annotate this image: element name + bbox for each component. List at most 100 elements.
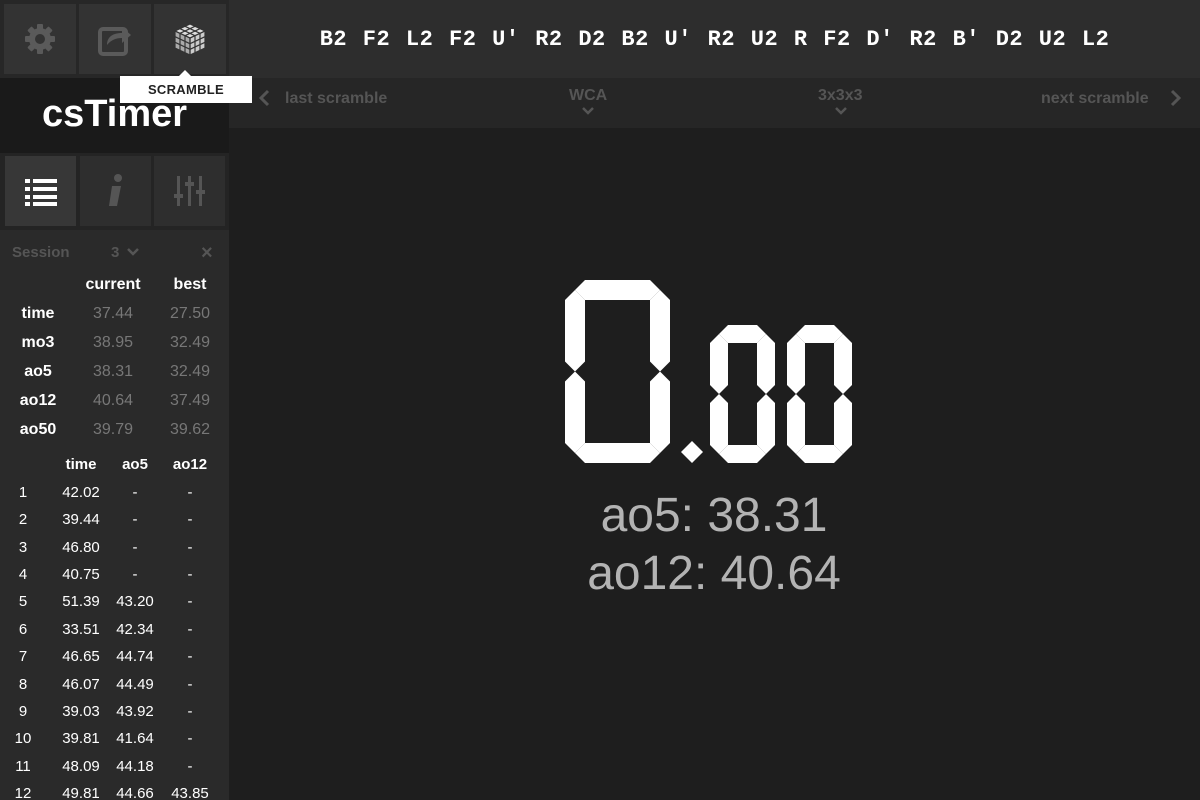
history-ao5[interactable]: 44.66 <box>110 785 160 800</box>
timer-segment <box>787 394 805 454</box>
history-time[interactable]: 42.02 <box>56 484 106 501</box>
stat-current[interactable]: 37.44 <box>78 305 148 323</box>
history-ao5[interactable]: - <box>110 484 160 501</box>
history-ao12[interactable]: - <box>165 758 215 775</box>
history-header-time: time <box>65 456 97 473</box>
close-icon[interactable]: × <box>201 243 213 263</box>
stat-label: time <box>21 305 55 322</box>
history-ao5[interactable]: 44.18 <box>110 758 160 775</box>
history-ao12[interactable]: - <box>165 566 215 583</box>
last-scramble-button[interactable]: last scramble <box>285 90 387 108</box>
stats-list-button[interactable] <box>5 156 76 226</box>
cube-icon <box>173 23 207 56</box>
history-time[interactable]: 39.03 <box>56 703 106 720</box>
history-ao12[interactable]: 43.85 <box>165 785 215 800</box>
history-ao12[interactable]: - <box>165 648 215 665</box>
list-icon <box>24 179 57 206</box>
history-ao12[interactable]: - <box>165 484 215 501</box>
stat-best[interactable]: 32.49 <box>155 334 225 352</box>
options-button[interactable] <box>4 4 76 74</box>
session-number[interactable]: 3 <box>111 244 119 261</box>
history-ao12[interactable]: - <box>165 593 215 610</box>
history-time[interactable]: 39.44 <box>56 511 106 528</box>
tools-button[interactable] <box>154 156 225 226</box>
chevron-right-icon[interactable] <box>1169 88 1183 108</box>
chevron-down-icon[interactable] <box>833 106 849 116</box>
history-time[interactable]: 46.65 <box>56 648 106 665</box>
gear-icon <box>25 24 55 54</box>
history-index: 3 <box>18 539 28 556</box>
scramble-text[interactable]: B2 F2 L2 F2 U' R2 D2 B2 U' R2 U2 R F2 D'… <box>320 27 1110 52</box>
history-ao5[interactable]: 44.49 <box>110 676 160 693</box>
stat-best[interactable]: 37.49 <box>155 392 225 410</box>
timer-segment <box>650 371 670 453</box>
timer-decimal-point <box>681 441 703 463</box>
timer-segment <box>565 290 585 372</box>
timer-segment <box>710 394 728 454</box>
history-ao5[interactable]: - <box>110 539 160 556</box>
history-index: 7 <box>18 648 28 665</box>
history-ao12[interactable]: - <box>165 703 215 720</box>
timer-segment <box>710 334 728 394</box>
history-time[interactable]: 48.09 <box>56 758 106 775</box>
history-time[interactable]: 46.07 <box>56 676 106 693</box>
timer-segment <box>834 334 852 394</box>
history-header-ao5: ao5 <box>122 456 148 473</box>
stat-label: ao5 <box>24 363 52 380</box>
stats-header-current: current <box>85 276 141 293</box>
history-ao12[interactable]: - <box>165 539 215 556</box>
stat-best[interactable]: 27.50 <box>155 305 225 323</box>
timer-segment <box>719 325 766 343</box>
stat-current[interactable]: 39.79 <box>78 421 148 439</box>
history-ao12[interactable]: - <box>165 730 215 747</box>
timer-segment <box>650 290 670 372</box>
ao5-average: ao5: 38.31 <box>600 489 828 542</box>
history-ao5[interactable]: - <box>110 566 160 583</box>
info-icon <box>108 174 122 206</box>
timer-segment <box>575 280 660 300</box>
timer-display[interactable] <box>565 280 865 470</box>
history-time[interactable]: 33.51 <box>56 621 106 638</box>
history-index: 2 <box>18 511 28 528</box>
chevron-down-icon[interactable] <box>580 106 596 116</box>
timer-segment <box>757 394 775 454</box>
stat-current[interactable]: 38.95 <box>78 334 148 352</box>
stat-best[interactable]: 32.49 <box>155 363 225 381</box>
history-ao12[interactable]: - <box>165 676 215 693</box>
stat-best[interactable]: 39.62 <box>155 421 225 439</box>
history-time[interactable]: 40.75 <box>56 566 106 583</box>
stat-current[interactable]: 40.64 <box>78 392 148 410</box>
scramble-button[interactable] <box>154 4 226 74</box>
history-time[interactable]: 51.39 <box>56 593 106 610</box>
history-index: 12 <box>14 785 32 800</box>
scramble-bar: B2 F2 L2 F2 U' R2 D2 B2 U' R2 U2 R F2 D'… <box>229 0 1200 78</box>
history-index: 8 <box>18 676 28 693</box>
event-type-select[interactable]: 3x3x3 <box>818 87 863 105</box>
history-ao5[interactable]: 43.92 <box>110 703 160 720</box>
timer-segment <box>796 445 843 463</box>
event-group-select[interactable]: WCA <box>569 87 607 105</box>
export-button[interactable] <box>79 4 151 74</box>
info-button[interactable] <box>80 156 151 226</box>
history-ao12[interactable]: - <box>165 511 215 528</box>
history-ao5[interactable]: - <box>110 511 160 528</box>
history-time[interactable]: 39.81 <box>56 730 106 747</box>
next-scramble-button[interactable]: next scramble <box>1041 90 1149 108</box>
chevron-left-icon[interactable] <box>257 88 271 108</box>
history-header-ao12: ao12 <box>172 456 208 473</box>
history-time[interactable]: 46.80 <box>56 539 106 556</box>
session-label: Session <box>12 244 70 261</box>
timer-digits <box>565 280 852 463</box>
history-ao5[interactable]: 44.74 <box>110 648 160 665</box>
history-index: 1 <box>18 484 28 501</box>
sliders-icon <box>173 176 205 206</box>
history-ao5[interactable]: 41.64 <box>110 730 160 747</box>
history-ao5[interactable]: 43.20 <box>110 593 160 610</box>
history-ao5[interactable]: 42.34 <box>110 621 160 638</box>
ao12-average: ao12: 40.64 <box>587 547 841 600</box>
history-time[interactable]: 49.81 <box>56 785 106 800</box>
history-ao12[interactable]: - <box>165 621 215 638</box>
chevron-down-icon[interactable] <box>126 246 140 258</box>
stat-label: ao12 <box>19 392 57 409</box>
stat-current[interactable]: 38.31 <box>78 363 148 381</box>
